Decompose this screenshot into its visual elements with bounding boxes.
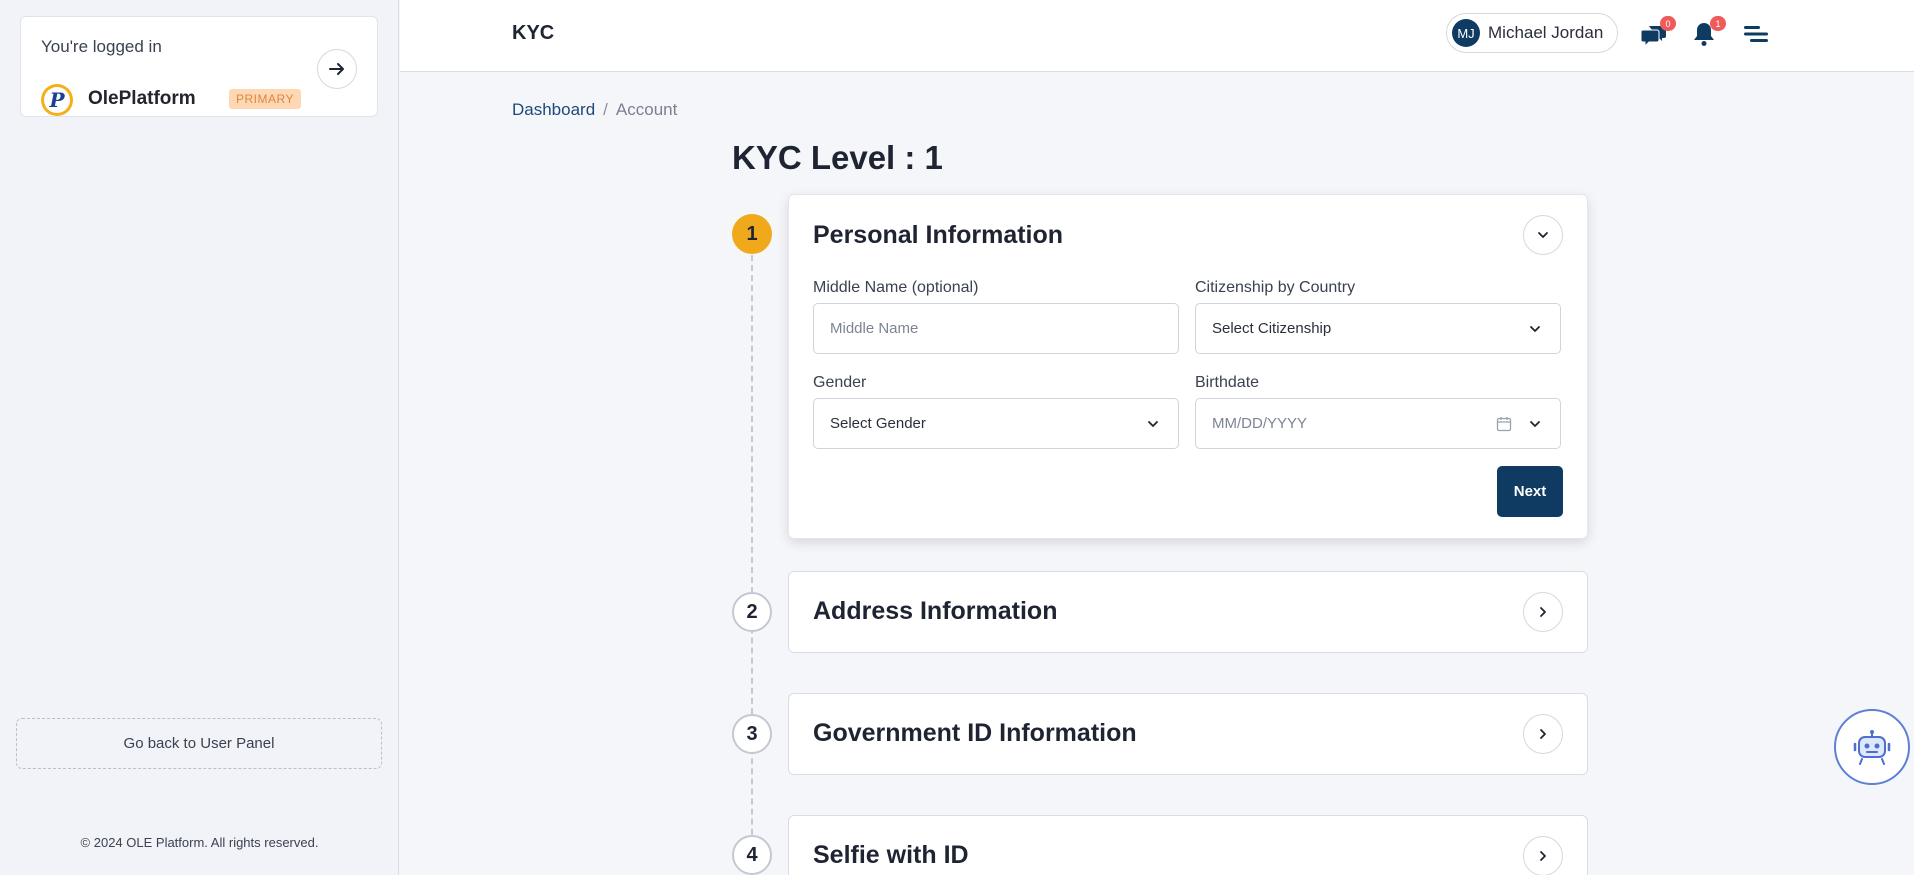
citizenship-label: Citizenship by Country xyxy=(1195,279,1356,296)
step-title-address-information[interactable]: Address Information xyxy=(813,597,1057,626)
middle-name-placeholder: Middle Name xyxy=(830,320,919,337)
messages-button[interactable]: 0 xyxy=(1640,16,1676,50)
step-number-2: 2 xyxy=(732,592,772,632)
primary-badge: PRIMARY xyxy=(229,89,301,109)
step-title-personal-information[interactable]: Personal Information xyxy=(813,221,1063,250)
step-number-3: 3 xyxy=(732,714,772,754)
birthdate-label: Birthdate xyxy=(1195,374,1260,391)
citizenship-value: Select Citizenship xyxy=(1212,320,1332,337)
back-to-user-panel-button[interactable]: Go back to User Panel xyxy=(16,718,382,769)
messages-count-badge: 0 xyxy=(1660,16,1676,31)
step-card-personal-information: Personal Information Middle Name (option… xyxy=(788,194,1588,539)
gender-select[interactable]: Select Gender xyxy=(813,398,1179,449)
copyright-text: © 2024 OLE Platform. All rights reserved… xyxy=(80,835,319,850)
citizenship-select[interactable]: Select Citizenship xyxy=(1195,303,1561,354)
top-bar: KYC MJ Michael Jordan 0 1 xyxy=(400,0,1914,72)
breadcrumb: Dashboard / Account xyxy=(512,100,677,120)
user-menu-button[interactable]: MJ Michael Jordan xyxy=(1446,13,1618,53)
collapse-personal-button[interactable] xyxy=(1523,215,1563,255)
gender-value: Select Gender xyxy=(830,415,926,432)
platform-logo-letter: P xyxy=(44,87,70,113)
breadcrumb-separator: / xyxy=(603,100,608,119)
chatbot-button[interactable] xyxy=(1834,709,1910,785)
page-title: KYC Level : 1 xyxy=(732,139,943,176)
step-number-1: 1 xyxy=(732,214,772,254)
platform-name: OlePlatform xyxy=(88,88,196,109)
step-number-4: 4 xyxy=(732,835,772,875)
breadcrumb-account: Account xyxy=(615,100,678,119)
logged-in-text: You're logged in xyxy=(41,37,162,56)
breadcrumb-dashboard[interactable]: Dashboard xyxy=(512,100,595,119)
robot-icon xyxy=(1853,730,1891,765)
calendar-icon[interactable] xyxy=(1496,416,1512,432)
logged-in-card: You're logged in P OlePlatform PRIMARY xyxy=(20,16,378,117)
chevron-right-icon xyxy=(1540,851,1546,861)
steps-connector-line xyxy=(751,255,753,875)
sidebar: You're logged in P OlePlatform PRIMARY G… xyxy=(0,0,399,875)
user-name: Michael Jordan xyxy=(1488,23,1604,42)
arrow-right-icon xyxy=(329,63,344,75)
expand-selfie-button[interactable] xyxy=(1523,836,1563,875)
platform-logo-icon: P xyxy=(41,84,73,116)
notifications-count-badge: 1 xyxy=(1710,16,1726,31)
step-card-address-information[interactable]: Address Information xyxy=(788,571,1588,653)
gender-label: Gender xyxy=(813,374,867,391)
notifications-button[interactable]: 1 xyxy=(1690,16,1726,50)
chevron-down-icon xyxy=(1538,232,1548,238)
step-card-government-id[interactable]: Government ID Information xyxy=(788,693,1588,775)
menu-toggle-button[interactable] xyxy=(1742,20,1772,50)
chevron-down-icon xyxy=(1530,326,1540,332)
switch-platform-button[interactable] xyxy=(317,49,357,89)
step-title-government-id[interactable]: Government ID Information xyxy=(813,719,1137,748)
page-header-title: KYC xyxy=(512,22,555,44)
middle-name-input[interactable]: Middle Name xyxy=(813,303,1179,354)
next-button[interactable]: Next xyxy=(1497,466,1563,517)
step-card-selfie-with-id[interactable]: Selfie with ID xyxy=(788,815,1588,875)
middle-name-label: Middle Name (optional) xyxy=(813,279,979,296)
expand-address-button[interactable] xyxy=(1523,592,1563,632)
expand-government-id-button[interactable] xyxy=(1523,714,1563,754)
avatar: MJ xyxy=(1452,19,1480,47)
chevron-down-icon xyxy=(1530,421,1540,427)
menu-icon xyxy=(1744,26,1768,42)
chevron-right-icon xyxy=(1540,607,1546,617)
chevron-down-icon xyxy=(1148,421,1158,427)
chevron-right-icon xyxy=(1540,729,1546,739)
birthdate-input[interactable]: MM/DD/YYYY xyxy=(1195,398,1561,449)
birthdate-placeholder: MM/DD/YYYY xyxy=(1212,415,1308,432)
step-title-selfie-with-id[interactable]: Selfie with ID xyxy=(813,841,969,870)
